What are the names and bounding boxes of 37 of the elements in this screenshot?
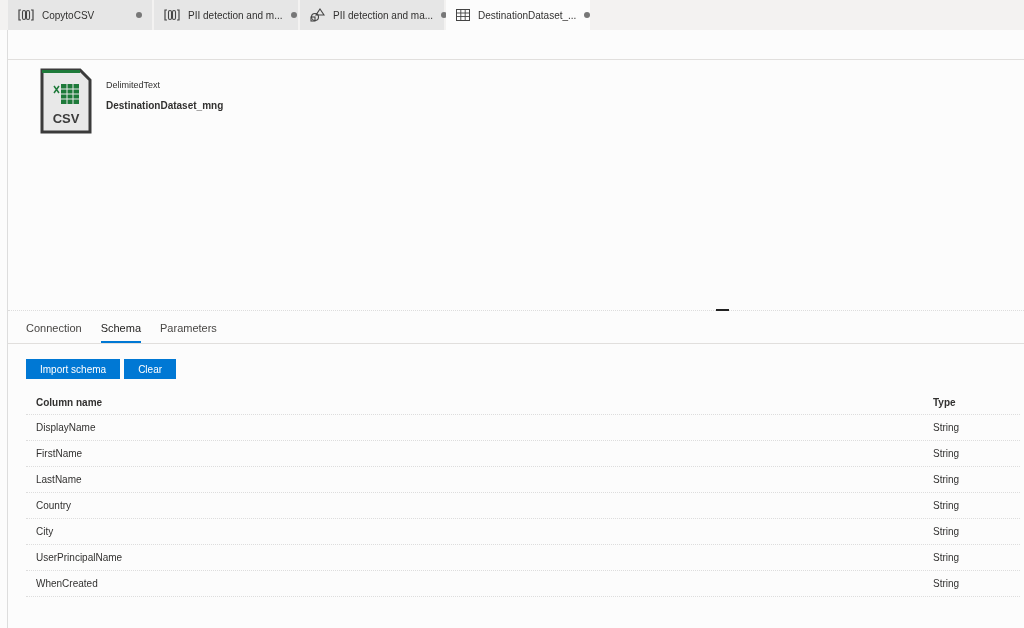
tab-label: PII detection and ma...	[333, 8, 434, 23]
editor-tab[interactable]: DestinationDataset_...	[446, 0, 590, 30]
tab-label: CopytoCSV	[42, 8, 96, 23]
section-tab[interactable]: Parameters	[160, 319, 217, 343]
table-cell-text: FirstName	[35, 447, 84, 461]
dataset-name: DestinationDataset_mng	[106, 99, 224, 114]
editor-tab[interactable]: CopytoCSV	[8, 0, 152, 30]
column-header: Type	[933, 396, 957, 410]
pipeline-icon	[164, 9, 180, 21]
table-cell-text: UserPrincipalName	[35, 551, 124, 565]
table-cell-text: Country	[35, 499, 72, 513]
csv-file-icon: CSV	[40, 68, 92, 134]
action-button[interactable]: Import schema	[26, 359, 121, 379]
dataset-type: DelimitedText	[106, 78, 162, 92]
column-header: Column name	[35, 396, 104, 410]
table-cell-text: String	[933, 447, 961, 461]
tab-label: PII detection and m...	[188, 8, 283, 23]
action-button[interactable]: Clear	[124, 359, 177, 379]
table-cell-text: City	[35, 525, 55, 539]
resize-handle[interactable]	[716, 309, 729, 311]
table-cell-text: String	[933, 473, 961, 487]
table-cell-text: String	[933, 499, 961, 513]
table-cell-text: WhenCreated	[35, 577, 99, 591]
table-cell-text: String	[933, 525, 961, 539]
editor-tab[interactable]: PII detection and m...	[154, 0, 298, 30]
shapes-icon	[310, 8, 325, 22]
pipeline-icon	[18, 9, 34, 21]
table-cell-text: String	[933, 551, 961, 565]
table-icon	[456, 9, 470, 21]
table-cell-text: LastName	[35, 473, 83, 487]
table-cell-text: String	[933, 577, 961, 591]
section-tab[interactable]: Schema	[100, 319, 141, 343]
tab-label: DestinationDataset_...	[478, 8, 577, 23]
table-cell-text: DisplayName	[35, 421, 97, 435]
section-tab[interactable]: Connection	[26, 319, 82, 343]
editor-tab[interactable]: PII detection and ma...	[300, 0, 444, 30]
table-cell-text: String	[933, 421, 961, 435]
